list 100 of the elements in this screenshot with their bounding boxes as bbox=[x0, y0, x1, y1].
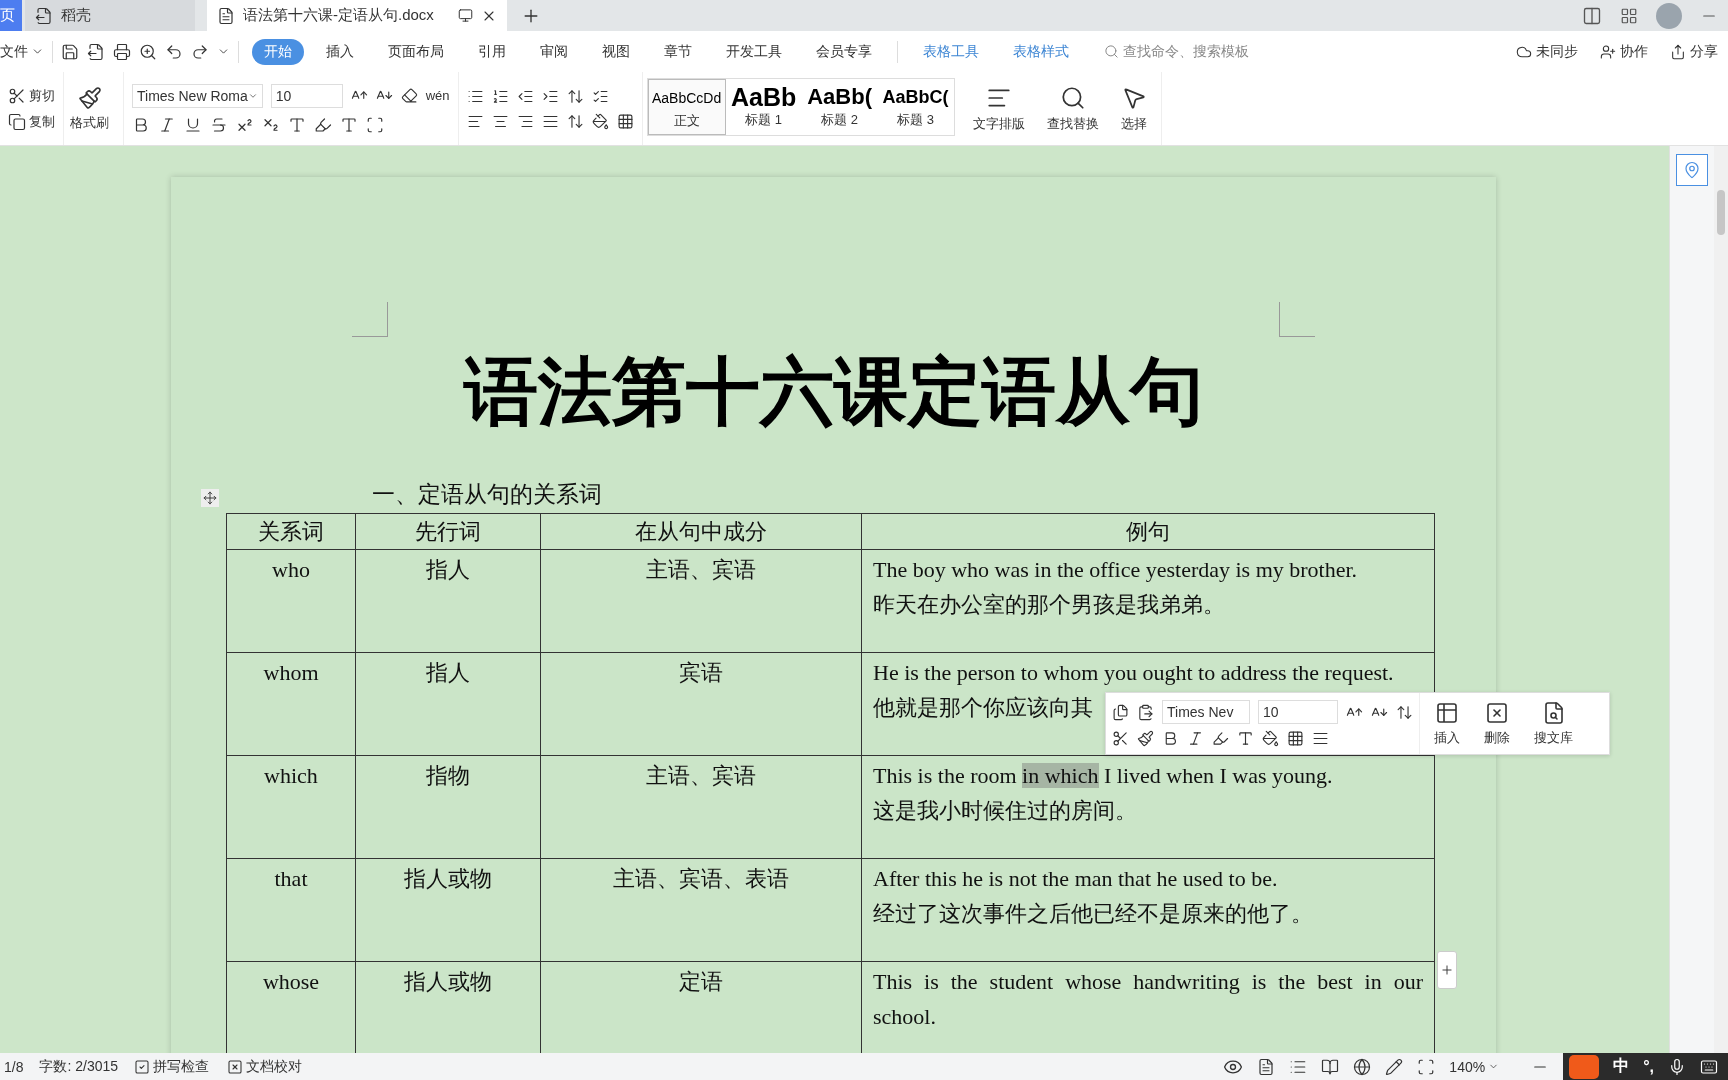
table-cell: that bbox=[226, 858, 356, 962]
page-view-icon[interactable] bbox=[1257, 1057, 1276, 1076]
size-field[interactable]: 10 bbox=[1258, 700, 1338, 724]
size-field[interactable]: 10 bbox=[270, 83, 343, 108]
add-column-button[interactable] bbox=[1437, 951, 1457, 989]
menu-tab[interactable]: 页面布局 bbox=[376, 38, 456, 65]
spell-check-button[interactable]: 拼写检查 bbox=[134, 1057, 210, 1076]
borders-icon[interactable] bbox=[1287, 730, 1304, 747]
char-border-icon[interactable] bbox=[366, 115, 384, 134]
preview-icon[interactable] bbox=[139, 42, 157, 61]
toolbar-action[interactable]: 分享 bbox=[1670, 42, 1718, 61]
italic-icon[interactable] bbox=[158, 115, 176, 134]
keyboard-icon[interactable] bbox=[1700, 1057, 1718, 1076]
ime-logo[interactable] bbox=[1569, 1054, 1600, 1079]
shading-icon[interactable] bbox=[591, 112, 609, 130]
table-action-button[interactable]: 搜文库 bbox=[1528, 700, 1579, 747]
numbering-icon[interactable] bbox=[491, 87, 509, 105]
highlighter-icon[interactable] bbox=[1212, 730, 1229, 747]
menu-tab[interactable]: 引用 bbox=[466, 38, 518, 65]
style-preset[interactable]: AaBbCcDd 正文 bbox=[647, 79, 726, 135]
logo-icon bbox=[35, 6, 53, 25]
tab[interactable]: 稻壳 bbox=[25, 0, 195, 31]
text-effect-icon[interactable] bbox=[288, 115, 306, 134]
highlighter-icon[interactable] bbox=[314, 115, 332, 134]
zoom-level[interactable]: 140% bbox=[1449, 1058, 1500, 1075]
layout-icon[interactable] bbox=[1582, 5, 1602, 26]
proofread-button[interactable]: 文档校对 bbox=[227, 1057, 303, 1076]
share-icon bbox=[1670, 43, 1686, 60]
example-sentence: He is the person to whom you ought to address the request. bbox=[873, 659, 1395, 687]
menu-tab[interactable]: 视图 bbox=[590, 38, 642, 65]
align-icon[interactable] bbox=[1312, 730, 1329, 747]
menu-tab[interactable]: 审阅 bbox=[528, 38, 580, 65]
borders-icon[interactable] bbox=[616, 112, 634, 130]
reading-view-icon[interactable] bbox=[1321, 1057, 1340, 1076]
table-cell: 主语、宾语 bbox=[540, 755, 862, 859]
microphone-icon[interactable] bbox=[1668, 1057, 1686, 1076]
table-action-button[interactable]: 删除 bbox=[1478, 700, 1516, 747]
style-preset[interactable]: AaBbC( 标题 3 bbox=[877, 79, 954, 135]
paste-icon[interactable] bbox=[1137, 703, 1154, 721]
scissors-icon[interactable] bbox=[1112, 730, 1129, 747]
print-icon[interactable] bbox=[113, 42, 131, 61]
menu-tab[interactable]: 会员专享 bbox=[804, 38, 884, 65]
search-icon[interactable] bbox=[1104, 44, 1119, 59]
ribbon-tool-button[interactable]: 查找替换 bbox=[1040, 84, 1105, 133]
shading-icon[interactable] bbox=[1262, 730, 1279, 747]
cut-button[interactable]: 剪切 bbox=[8, 86, 55, 105]
phonetic-button[interactable]: wén bbox=[425, 88, 450, 103]
copy-icon[interactable] bbox=[1112, 703, 1129, 721]
strikethrough-icon[interactable] bbox=[210, 115, 228, 134]
ime-punctuation[interactable]: °, bbox=[1643, 1057, 1654, 1076]
monitor-icon[interactable] bbox=[458, 8, 473, 23]
italic-icon[interactable] bbox=[1187, 730, 1204, 747]
ribbon-tool-button[interactable]: 文字排版 bbox=[966, 84, 1031, 133]
format-painter-button[interactable]: 格式刷 bbox=[64, 85, 115, 132]
save-icon[interactable] bbox=[61, 42, 79, 61]
example-sentence: After this he is not the man that he used to be. bbox=[873, 865, 1279, 893]
menu-tab[interactable]: 章节 bbox=[652, 38, 704, 65]
font-color-icon[interactable] bbox=[1237, 730, 1254, 747]
check-icon bbox=[134, 1058, 151, 1075]
style-preset[interactable]: AaBb 标题 1 bbox=[725, 79, 802, 135]
ribbon-tool-button[interactable]: 选择 bbox=[1114, 84, 1153, 133]
table-cell: which bbox=[226, 755, 356, 859]
brush-icon[interactable] bbox=[1137, 730, 1154, 747]
line-spacing-icon[interactable] bbox=[1396, 703, 1413, 721]
file-menu[interactable]: 文件 bbox=[0, 42, 28, 61]
style-preset[interactable]: AaBb( 标题 2 bbox=[801, 79, 878, 135]
underline-icon[interactable] bbox=[184, 115, 202, 134]
redo-icon[interactable] bbox=[191, 42, 209, 61]
location-button[interactable] bbox=[1676, 154, 1708, 186]
export-icon[interactable] bbox=[87, 42, 105, 61]
undo-icon[interactable] bbox=[165, 42, 183, 61]
font-field[interactable]: Times New Roma bbox=[132, 83, 263, 108]
table-action-button[interactable]: 插入 bbox=[1428, 700, 1466, 747]
font-color-icon[interactable] bbox=[340, 115, 358, 134]
ime-language[interactable]: 中 bbox=[1613, 1056, 1630, 1077]
copy-button[interactable]: 复制 bbox=[8, 112, 55, 131]
web-view-icon[interactable] bbox=[1353, 1057, 1372, 1076]
menu-tab[interactable]: 表格工具 bbox=[911, 38, 991, 65]
grid-icon[interactable] bbox=[1620, 6, 1638, 25]
scrollbar-thumb[interactable] bbox=[1717, 190, 1725, 235]
table-cell: whom bbox=[226, 652, 356, 756]
menu-tab[interactable]: 开发工具 bbox=[714, 38, 794, 65]
line-spacing-icon[interactable] bbox=[566, 112, 584, 130]
fit-page-icon[interactable] bbox=[1417, 1057, 1436, 1076]
tab[interactable]: 语法第十六课-定语从句.docx bbox=[207, 0, 507, 31]
move-handle[interactable] bbox=[201, 489, 219, 507]
menu-tab[interactable]: 插入 bbox=[314, 38, 366, 65]
tab[interactable]: 页 bbox=[0, 0, 22, 31]
sort-icon[interactable] bbox=[566, 87, 584, 105]
toolbar-action[interactable]: 未同步 bbox=[1516, 42, 1578, 61]
eraser-icon[interactable] bbox=[400, 87, 418, 104]
toolbar-action[interactable]: 协作 bbox=[1600, 42, 1648, 61]
pen-icon[interactable] bbox=[1385, 1057, 1404, 1076]
search-field[interactable]: 查找命令、搜索模板 bbox=[1104, 42, 1249, 61]
pin-icon bbox=[1683, 161, 1701, 179]
column-header: 在从句中成分 bbox=[540, 513, 862, 550]
font-field[interactable]: Times Nev bbox=[1162, 700, 1250, 724]
menu-tab[interactable]: 表格样式 bbox=[1001, 38, 1081, 65]
page-count: 1/8 bbox=[3, 1058, 24, 1075]
table-delete-icon bbox=[1485, 700, 1509, 725]
